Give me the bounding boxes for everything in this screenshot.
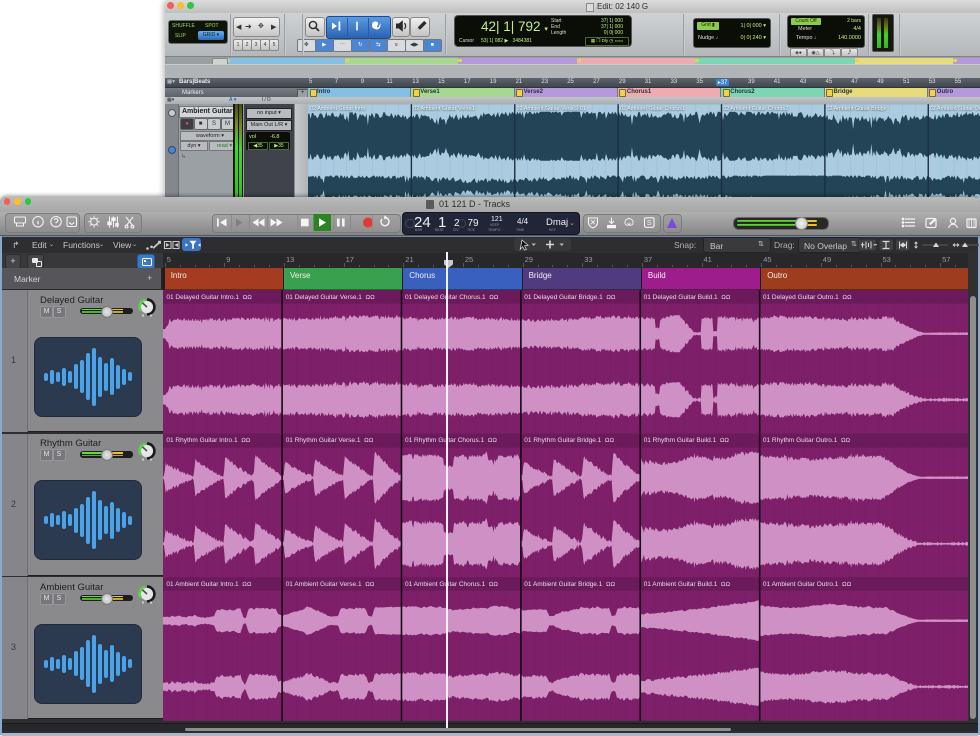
svg-text:S: S — [647, 220, 652, 227]
